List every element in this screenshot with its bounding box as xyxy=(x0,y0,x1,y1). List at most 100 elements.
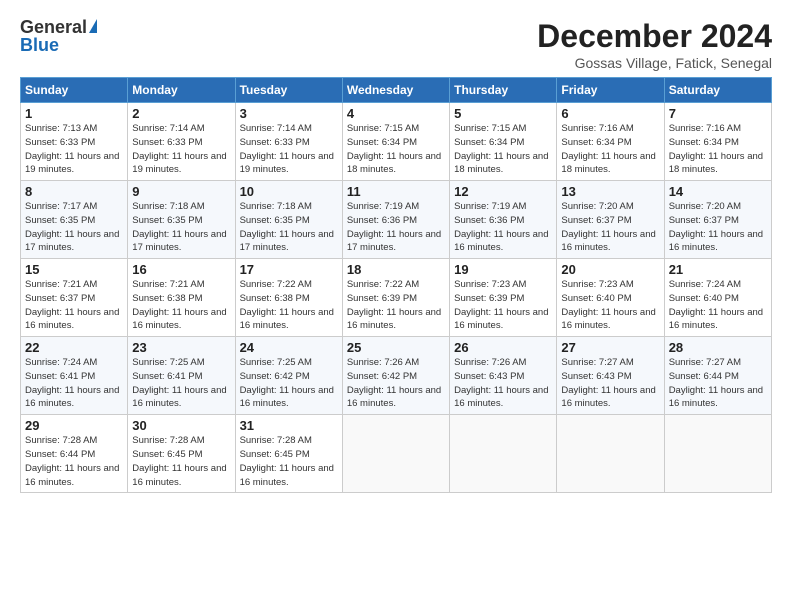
sunrise-label: Sunrise: 7:24 AM xyxy=(25,357,97,368)
day-info: Sunrise: 7:20 AM Sunset: 6:37 PM Dayligh… xyxy=(561,200,659,255)
daylight-label: Daylight: 11 hours and 19 minutes. xyxy=(240,151,334,176)
day-number: 30 xyxy=(132,418,230,433)
sunset-label: Sunset: 6:44 PM xyxy=(669,371,739,382)
sunrise-label: Sunrise: 7:18 AM xyxy=(132,201,204,212)
sunrise-label: Sunrise: 7:16 AM xyxy=(561,123,633,134)
day-info: Sunrise: 7:22 AM Sunset: 6:38 PM Dayligh… xyxy=(240,278,338,333)
sunrise-label: Sunrise: 7:20 AM xyxy=(669,201,741,212)
sunset-label: Sunset: 6:41 PM xyxy=(25,371,95,382)
title-area: December 2024 Gossas Village, Fatick, Se… xyxy=(537,18,772,71)
day-info: Sunrise: 7:15 AM Sunset: 6:34 PM Dayligh… xyxy=(454,122,552,177)
daylight-label: Daylight: 11 hours and 19 minutes. xyxy=(132,151,226,176)
header-sunday: Sunday xyxy=(21,78,128,103)
day-number: 26 xyxy=(454,340,552,355)
sunset-label: Sunset: 6:37 PM xyxy=(25,293,95,304)
sunset-label: Sunset: 6:36 PM xyxy=(454,215,524,226)
table-row: 17 Sunrise: 7:22 AM Sunset: 6:38 PM Dayl… xyxy=(235,259,342,337)
logo-triangle-icon xyxy=(89,19,97,33)
sunset-label: Sunset: 6:34 PM xyxy=(669,137,739,148)
daylight-label: Daylight: 11 hours and 18 minutes. xyxy=(669,151,763,176)
day-number: 14 xyxy=(669,184,767,199)
sunrise-label: Sunrise: 7:26 AM xyxy=(454,357,526,368)
day-number: 7 xyxy=(669,106,767,121)
day-number: 12 xyxy=(454,184,552,199)
table-row: 20 Sunrise: 7:23 AM Sunset: 6:40 PM Dayl… xyxy=(557,259,664,337)
table-row: 26 Sunrise: 7:26 AM Sunset: 6:43 PM Dayl… xyxy=(450,337,557,415)
sunrise-label: Sunrise: 7:23 AM xyxy=(454,279,526,290)
day-info: Sunrise: 7:14 AM Sunset: 6:33 PM Dayligh… xyxy=(240,122,338,177)
day-info: Sunrise: 7:14 AM Sunset: 6:33 PM Dayligh… xyxy=(132,122,230,177)
weekday-header-row: Sunday Monday Tuesday Wednesday Thursday… xyxy=(21,78,772,103)
sunset-label: Sunset: 6:34 PM xyxy=(347,137,417,148)
day-number: 21 xyxy=(669,262,767,277)
sunset-label: Sunset: 6:42 PM xyxy=(347,371,417,382)
table-row: 27 Sunrise: 7:27 AM Sunset: 6:43 PM Dayl… xyxy=(557,337,664,415)
daylight-label: Daylight: 11 hours and 16 minutes. xyxy=(454,307,548,332)
calendar-table: Sunday Monday Tuesday Wednesday Thursday… xyxy=(20,77,772,493)
sunset-label: Sunset: 6:35 PM xyxy=(132,215,202,226)
daylight-label: Daylight: 11 hours and 18 minutes. xyxy=(454,151,548,176)
table-row: 25 Sunrise: 7:26 AM Sunset: 6:42 PM Dayl… xyxy=(342,337,449,415)
table-row: 8 Sunrise: 7:17 AM Sunset: 6:35 PM Dayli… xyxy=(21,181,128,259)
daylight-label: Daylight: 11 hours and 18 minutes. xyxy=(347,151,441,176)
daylight-label: Daylight: 11 hours and 16 minutes. xyxy=(347,307,441,332)
sunrise-label: Sunrise: 7:25 AM xyxy=(132,357,204,368)
table-row: 5 Sunrise: 7:15 AM Sunset: 6:34 PM Dayli… xyxy=(450,103,557,181)
calendar-week-row: 8 Sunrise: 7:17 AM Sunset: 6:35 PM Dayli… xyxy=(21,181,772,259)
day-info: Sunrise: 7:27 AM Sunset: 6:44 PM Dayligh… xyxy=(669,356,767,411)
day-number: 10 xyxy=(240,184,338,199)
header-wednesday: Wednesday xyxy=(342,78,449,103)
daylight-label: Daylight: 11 hours and 16 minutes. xyxy=(561,385,655,410)
daylight-label: Daylight: 11 hours and 16 minutes. xyxy=(454,229,548,254)
sunrise-label: Sunrise: 7:15 AM xyxy=(454,123,526,134)
day-number: 3 xyxy=(240,106,338,121)
day-info: Sunrise: 7:16 AM Sunset: 6:34 PM Dayligh… xyxy=(561,122,659,177)
day-info: Sunrise: 7:21 AM Sunset: 6:38 PM Dayligh… xyxy=(132,278,230,333)
calendar-week-row: 1 Sunrise: 7:13 AM Sunset: 6:33 PM Dayli… xyxy=(21,103,772,181)
sunset-label: Sunset: 6:33 PM xyxy=(25,137,95,148)
day-number: 4 xyxy=(347,106,445,121)
sunset-label: Sunset: 6:44 PM xyxy=(25,449,95,460)
daylight-label: Daylight: 11 hours and 17 minutes. xyxy=(132,229,226,254)
daylight-label: Daylight: 11 hours and 16 minutes. xyxy=(240,385,334,410)
table-row: 9 Sunrise: 7:18 AM Sunset: 6:35 PM Dayli… xyxy=(128,181,235,259)
daylight-label: Daylight: 11 hours and 16 minutes. xyxy=(669,385,763,410)
header-thursday: Thursday xyxy=(450,78,557,103)
table-row: 6 Sunrise: 7:16 AM Sunset: 6:34 PM Dayli… xyxy=(557,103,664,181)
sunrise-label: Sunrise: 7:22 AM xyxy=(240,279,312,290)
day-info: Sunrise: 7:28 AM Sunset: 6:44 PM Dayligh… xyxy=(25,434,123,489)
table-row: 13 Sunrise: 7:20 AM Sunset: 6:37 PM Dayl… xyxy=(557,181,664,259)
sunset-label: Sunset: 6:39 PM xyxy=(347,293,417,304)
day-info: Sunrise: 7:24 AM Sunset: 6:40 PM Dayligh… xyxy=(669,278,767,333)
daylight-label: Daylight: 11 hours and 16 minutes. xyxy=(132,385,226,410)
day-info: Sunrise: 7:27 AM Sunset: 6:43 PM Dayligh… xyxy=(561,356,659,411)
sunrise-label: Sunrise: 7:21 AM xyxy=(25,279,97,290)
day-number: 17 xyxy=(240,262,338,277)
day-info: Sunrise: 7:17 AM Sunset: 6:35 PM Dayligh… xyxy=(25,200,123,255)
sunset-label: Sunset: 6:33 PM xyxy=(132,137,202,148)
calendar-week-row: 29 Sunrise: 7:28 AM Sunset: 6:44 PM Dayl… xyxy=(21,415,772,493)
daylight-label: Daylight: 11 hours and 17 minutes. xyxy=(25,229,119,254)
daylight-label: Daylight: 11 hours and 19 minutes. xyxy=(25,151,119,176)
sunset-label: Sunset: 6:45 PM xyxy=(240,449,310,460)
day-number: 25 xyxy=(347,340,445,355)
sunset-label: Sunset: 6:38 PM xyxy=(132,293,202,304)
day-number: 18 xyxy=(347,262,445,277)
logo-general-text: General xyxy=(20,18,87,36)
day-info: Sunrise: 7:20 AM Sunset: 6:37 PM Dayligh… xyxy=(669,200,767,255)
day-info: Sunrise: 7:16 AM Sunset: 6:34 PM Dayligh… xyxy=(669,122,767,177)
day-info: Sunrise: 7:19 AM Sunset: 6:36 PM Dayligh… xyxy=(347,200,445,255)
daylight-label: Daylight: 11 hours and 16 minutes. xyxy=(240,463,334,488)
sunrise-label: Sunrise: 7:21 AM xyxy=(132,279,204,290)
sunset-label: Sunset: 6:43 PM xyxy=(561,371,631,382)
sunrise-label: Sunrise: 7:26 AM xyxy=(347,357,419,368)
day-number: 31 xyxy=(240,418,338,433)
sunrise-label: Sunrise: 7:25 AM xyxy=(240,357,312,368)
daylight-label: Daylight: 11 hours and 16 minutes. xyxy=(561,229,655,254)
sunrise-label: Sunrise: 7:28 AM xyxy=(132,435,204,446)
table-row xyxy=(450,415,557,493)
day-number: 23 xyxy=(132,340,230,355)
day-info: Sunrise: 7:21 AM Sunset: 6:37 PM Dayligh… xyxy=(25,278,123,333)
day-info: Sunrise: 7:28 AM Sunset: 6:45 PM Dayligh… xyxy=(240,434,338,489)
day-number: 15 xyxy=(25,262,123,277)
